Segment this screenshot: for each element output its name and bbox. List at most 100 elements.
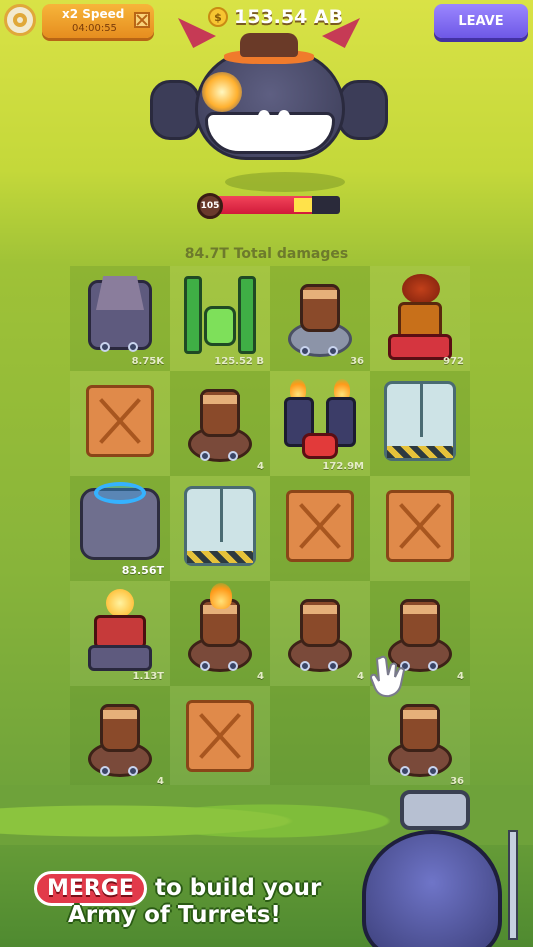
close-icon[interactable] bbox=[134, 12, 150, 28]
wheel-icon bbox=[428, 661, 438, 671]
mech-head bbox=[96, 276, 144, 310]
wheel-icon bbox=[300, 661, 310, 671]
turret-level: 4 bbox=[257, 461, 264, 472]
grid-cell[interactable]: 1.13T bbox=[70, 581, 170, 686]
wheel-icon bbox=[100, 342, 110, 352]
portal-ring-icon bbox=[94, 482, 146, 504]
green-mech-turret[interactable] bbox=[180, 276, 260, 356]
grid-cell[interactable]: 4 bbox=[170, 371, 270, 476]
wheel-icon bbox=[100, 766, 110, 776]
mascot-pot-hat bbox=[400, 790, 470, 830]
hand-pointer-icon bbox=[370, 655, 406, 698]
grid-cell[interactable]: 4 bbox=[270, 581, 370, 686]
turret-level: 83.56T bbox=[121, 564, 164, 577]
boss-shadow bbox=[225, 172, 345, 192]
grid-cell[interactable]: 4 bbox=[170, 581, 270, 686]
turret-band bbox=[300, 290, 340, 299]
boss-health-bar bbox=[212, 196, 340, 214]
wheel-icon bbox=[328, 661, 338, 671]
grid-cell[interactable]: 36 bbox=[370, 686, 470, 791]
wheel-icon bbox=[228, 661, 238, 671]
speed-boost-panel[interactable]: x2 Speed 04:00:55 bbox=[42, 4, 154, 38]
boss-eye-left bbox=[258, 110, 270, 124]
turret-level: 36 bbox=[350, 356, 364, 367]
wheel-icon bbox=[400, 766, 410, 776]
mascot-monster bbox=[340, 790, 533, 947]
fork-icon bbox=[508, 830, 518, 940]
grid-cell[interactable] bbox=[70, 371, 170, 476]
turret-level: 125.52 B bbox=[214, 356, 264, 367]
settings-gear-icon bbox=[13, 13, 27, 27]
turret-level: 8.75K bbox=[131, 356, 164, 367]
leave-button[interactable]: LEAVE bbox=[434, 4, 528, 38]
fire-icon bbox=[210, 583, 232, 609]
grid-cell[interactable] bbox=[370, 476, 470, 581]
promo-line-1: MERGE to build your bbox=[34, 870, 321, 906]
mech-core bbox=[204, 306, 236, 346]
mech-arm-right bbox=[238, 276, 256, 354]
promo-line-2: Army of Turrets! bbox=[68, 902, 281, 928]
grid-cell[interactable]: 36 bbox=[270, 266, 370, 371]
turret-band bbox=[400, 605, 440, 614]
wheel-icon bbox=[200, 451, 210, 461]
orb-icon bbox=[106, 589, 134, 617]
wheel-icon bbox=[200, 661, 210, 671]
locked-box-icon[interactable] bbox=[184, 486, 256, 566]
speed-timer: 04:00:55 bbox=[72, 23, 117, 34]
total-damages-label: 84.7T Total damages bbox=[184, 246, 349, 262]
coin-icon: $ bbox=[208, 7, 228, 27]
grid-cell[interactable] bbox=[270, 476, 370, 581]
turret-level: 1.13T bbox=[132, 671, 165, 682]
turret-level: 4 bbox=[357, 671, 364, 682]
currency-amount: 153.54 AB bbox=[234, 6, 344, 28]
promo-line-1-text: to build your bbox=[154, 875, 322, 901]
boss-hat bbox=[240, 33, 298, 57]
mech-base bbox=[88, 645, 152, 671]
grid-cell[interactable] bbox=[170, 686, 270, 791]
grid-cell[interactable]: 125.52 B bbox=[170, 266, 270, 371]
wheel-icon bbox=[128, 342, 138, 352]
boss-arm-right bbox=[338, 80, 388, 140]
speed-title: x2 Speed bbox=[62, 7, 125, 21]
mech-body bbox=[94, 615, 146, 649]
turret-level: 4 bbox=[257, 671, 264, 682]
boss-arm-left bbox=[150, 80, 200, 140]
turret-level: 172.9M bbox=[322, 461, 364, 472]
wheel-icon bbox=[128, 766, 138, 776]
turret-band bbox=[100, 710, 140, 719]
wheel-icon bbox=[428, 766, 438, 776]
turret-band bbox=[300, 605, 340, 614]
smoke-icon bbox=[402, 274, 440, 304]
wheel-icon bbox=[228, 451, 238, 461]
crate-icon[interactable] bbox=[186, 700, 254, 772]
grid-cell[interactable] bbox=[170, 476, 270, 581]
crate-icon[interactable] bbox=[86, 385, 154, 457]
boss-eye-right bbox=[278, 110, 290, 124]
boss-level-badge: 105 bbox=[197, 193, 223, 219]
wheel-icon bbox=[328, 346, 338, 356]
wheel-icon bbox=[300, 346, 310, 356]
locked-box-icon[interactable] bbox=[384, 381, 456, 461]
twin-mech-turret[interactable] bbox=[280, 379, 360, 467]
orb-mech-turret[interactable] bbox=[86, 589, 154, 677]
mascot-body bbox=[362, 830, 502, 947]
turret-band bbox=[400, 710, 440, 719]
grid-cell[interactable]: 172.9M bbox=[270, 371, 370, 476]
boss-health-chip bbox=[293, 198, 312, 212]
turret-level: 972 bbox=[443, 356, 464, 367]
mech-face bbox=[302, 433, 338, 459]
grid-cell[interactable]: 972 bbox=[370, 266, 470, 371]
grid-cell[interactable]: 83.56T bbox=[70, 476, 170, 581]
settings-button[interactable] bbox=[4, 4, 36, 36]
turret-grid: 8.75K 125.52 B 36 972 4 172.9M 83.56T 1.… bbox=[70, 266, 470, 791]
grid-cell[interactable] bbox=[270, 686, 370, 791]
grid-cell[interactable] bbox=[370, 371, 470, 476]
crate-icon[interactable] bbox=[386, 490, 454, 562]
grid-cell[interactable]: 8.75K bbox=[70, 266, 170, 371]
currency-display: $ 153.54 AB bbox=[208, 6, 343, 28]
crate-icon[interactable] bbox=[286, 490, 354, 562]
turret-level: 4 bbox=[457, 671, 464, 682]
grid-cell[interactable]: 4 bbox=[70, 686, 170, 791]
lava-mech-turret[interactable] bbox=[384, 274, 456, 364]
explosion-icon bbox=[202, 72, 242, 112]
